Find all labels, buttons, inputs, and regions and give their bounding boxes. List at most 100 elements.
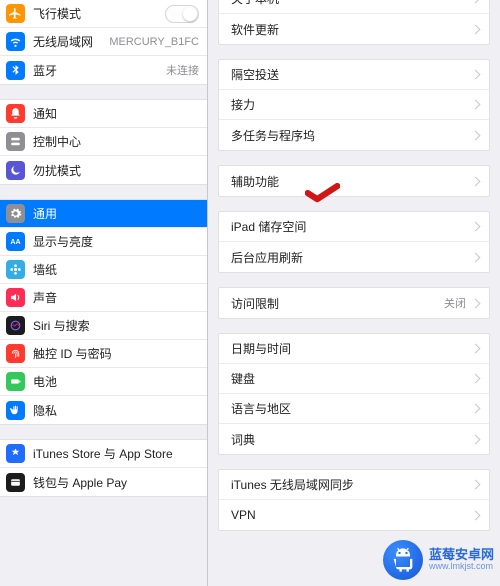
sidebar-group-device: 通用 AA 显示与亮度 墙纸 声音 Siri 与搜索 xyxy=(0,199,207,425)
detail-row-restrictions[interactable]: 访问限制 关闭 xyxy=(219,288,489,318)
chevron-right-icon xyxy=(471,70,481,80)
detail-label: 语言与地区 xyxy=(231,400,472,417)
detail-label: 键盘 xyxy=(231,370,472,387)
detail-group: iPad 储存空间 后台应用刷新 xyxy=(218,211,490,273)
detail-group: iTunes 无线局域网同步 VPN xyxy=(218,469,490,531)
detail-group: 日期与时间 键盘 语言与地区 词典 xyxy=(218,333,490,455)
chevron-right-icon xyxy=(471,434,481,444)
airplane-toggle[interactable] xyxy=(165,5,199,23)
speaker-icon xyxy=(6,288,25,307)
bluetooth-value: 未连接 xyxy=(166,62,199,78)
sidebar-item-sound[interactable]: 声音 xyxy=(0,284,207,312)
detail-row-itunessync[interactable]: iTunes 无线局域网同步 xyxy=(219,470,489,500)
detail-row-multitask[interactable]: 多任务与程序坞 xyxy=(219,120,489,150)
sidebar-item-dnd[interactable]: 勿扰模式 xyxy=(0,156,207,184)
chevron-right-icon xyxy=(471,130,481,140)
detail-row-storage[interactable]: iPad 储存空间 xyxy=(219,212,489,242)
sidebar-item-general[interactable]: 通用 xyxy=(0,200,207,228)
detail-row-datetime[interactable]: 日期与时间 xyxy=(219,334,489,364)
chevron-right-icon xyxy=(471,100,481,110)
detail-label: 多任务与程序坞 xyxy=(231,127,472,144)
airplane-icon xyxy=(6,4,25,23)
bell-icon xyxy=(6,104,25,123)
sidebar-item-wallet[interactable]: 钱包与 Apple Pay xyxy=(0,468,207,496)
sidebar-item-label: 隐私 xyxy=(33,402,199,419)
sidebar-item-label: 触控 ID 与密码 xyxy=(33,345,199,362)
fingerprint-icon xyxy=(6,344,25,363)
sidebar-item-label: 勿扰模式 xyxy=(33,162,199,179)
sidebar-item-label: 通用 xyxy=(33,205,199,222)
sidebar-group-store: iTunes Store 与 App Store 钱包与 Apple Pay xyxy=(0,439,207,497)
chevron-right-icon xyxy=(471,404,481,414)
battery-icon xyxy=(6,372,25,391)
chevron-right-icon xyxy=(471,344,481,354)
sidebar-item-touchid[interactable]: 触控 ID 与密码 xyxy=(0,340,207,368)
sidebar-group-alerts: 通知 控制中心 勿扰模式 xyxy=(0,99,207,185)
detail-label: 访问限制 xyxy=(231,295,444,312)
sidebar-item-battery[interactable]: 电池 xyxy=(0,368,207,396)
sidebar-item-label: 钱包与 Apple Pay xyxy=(33,474,199,491)
sidebar-item-notifications[interactable]: 通知 xyxy=(0,100,207,128)
detail-label: VPN xyxy=(231,508,472,522)
detail-label: 软件更新 xyxy=(231,21,472,38)
chevron-right-icon xyxy=(471,374,481,384)
hand-icon xyxy=(6,401,25,420)
wallet-icon xyxy=(6,473,25,492)
chevron-right-icon xyxy=(471,24,481,34)
wifi-value: MERCURY_B1FC xyxy=(109,36,199,48)
chevron-right-icon xyxy=(471,510,481,520)
sidebar-item-airplane[interactable]: 飞行模式 xyxy=(0,0,207,28)
sidebar-item-itunes[interactable]: iTunes Store 与 App Store xyxy=(0,440,207,468)
sidebar-item-controlcenter[interactable]: 控制中心 xyxy=(0,128,207,156)
detail-row-dictionary[interactable]: 词典 xyxy=(219,424,489,454)
svg-text:AA: AA xyxy=(10,239,20,246)
sidebar-item-label: 控制中心 xyxy=(33,133,199,150)
detail-row-airdrop[interactable]: 隔空投送 xyxy=(219,60,489,90)
flower-icon xyxy=(6,260,25,279)
sidebar-item-siri[interactable]: Siri 与搜索 xyxy=(0,312,207,340)
display-icon: AA xyxy=(6,232,25,251)
detail-label: 关于本机 xyxy=(231,0,472,7)
detail-row-about[interactable]: 关于本机 xyxy=(219,0,489,14)
sidebar-item-label: 墙纸 xyxy=(33,261,199,278)
sidebar-item-bluetooth[interactable]: 蓝牙 未连接 xyxy=(0,56,207,84)
detail-row-bgrefresh[interactable]: 后台应用刷新 xyxy=(219,242,489,272)
detail-row-langregion[interactable]: 语言与地区 xyxy=(219,394,489,424)
detail-label: 词典 xyxy=(231,431,472,448)
sidebar-item-label: 无线局域网 xyxy=(33,33,109,50)
detail-row-vpn[interactable]: VPN xyxy=(219,500,489,530)
moon-icon xyxy=(6,161,25,180)
bluetooth-icon xyxy=(6,61,25,80)
detail-value: 关闭 xyxy=(444,295,466,311)
detail-row-handoff[interactable]: 接力 xyxy=(219,90,489,120)
sidebar-item-wifi[interactable]: 无线局域网 MERCURY_B1FC xyxy=(0,28,207,56)
detail-row-update[interactable]: 软件更新 xyxy=(219,14,489,44)
gear-icon xyxy=(6,204,25,223)
chevron-right-icon xyxy=(471,298,481,308)
chevron-right-icon xyxy=(471,222,481,232)
sidebar-item-label: 蓝牙 xyxy=(33,62,166,79)
chevron-right-icon xyxy=(471,252,481,262)
chevron-right-icon xyxy=(471,480,481,490)
sidebar-item-label: 声音 xyxy=(33,289,199,306)
detail-group: 隔空投送 接力 多任务与程序坞 xyxy=(218,59,490,151)
sidebar-item-label: 电池 xyxy=(33,373,199,390)
detail-label: iPad 储存空间 xyxy=(231,218,472,235)
detail-label: 接力 xyxy=(231,96,472,113)
detail-group: 辅助功能 xyxy=(218,165,490,197)
siri-icon xyxy=(6,316,25,335)
detail-label: 辅助功能 xyxy=(231,173,472,190)
sidebar-item-privacy[interactable]: 隐私 xyxy=(0,396,207,424)
detail-row-keyboard[interactable]: 键盘 xyxy=(219,364,489,394)
sidebar-group-net: 飞行模式 无线局域网 MERCURY_B1FC 蓝牙 未连接 xyxy=(0,0,207,85)
wifi-icon xyxy=(6,32,25,51)
chevron-right-icon xyxy=(471,176,481,186)
sidebar-item-label: iTunes Store 与 App Store xyxy=(33,445,199,462)
sidebar-item-wallpaper[interactable]: 墙纸 xyxy=(0,256,207,284)
chevron-right-icon xyxy=(471,0,481,3)
detail-row-accessibility[interactable]: 辅助功能 xyxy=(219,166,489,196)
detail-label: 日期与时间 xyxy=(231,340,472,357)
sidebar-item-label: 显示与亮度 xyxy=(33,233,199,250)
sidebar-item-label: 飞行模式 xyxy=(33,5,165,22)
sidebar-item-display[interactable]: AA 显示与亮度 xyxy=(0,228,207,256)
